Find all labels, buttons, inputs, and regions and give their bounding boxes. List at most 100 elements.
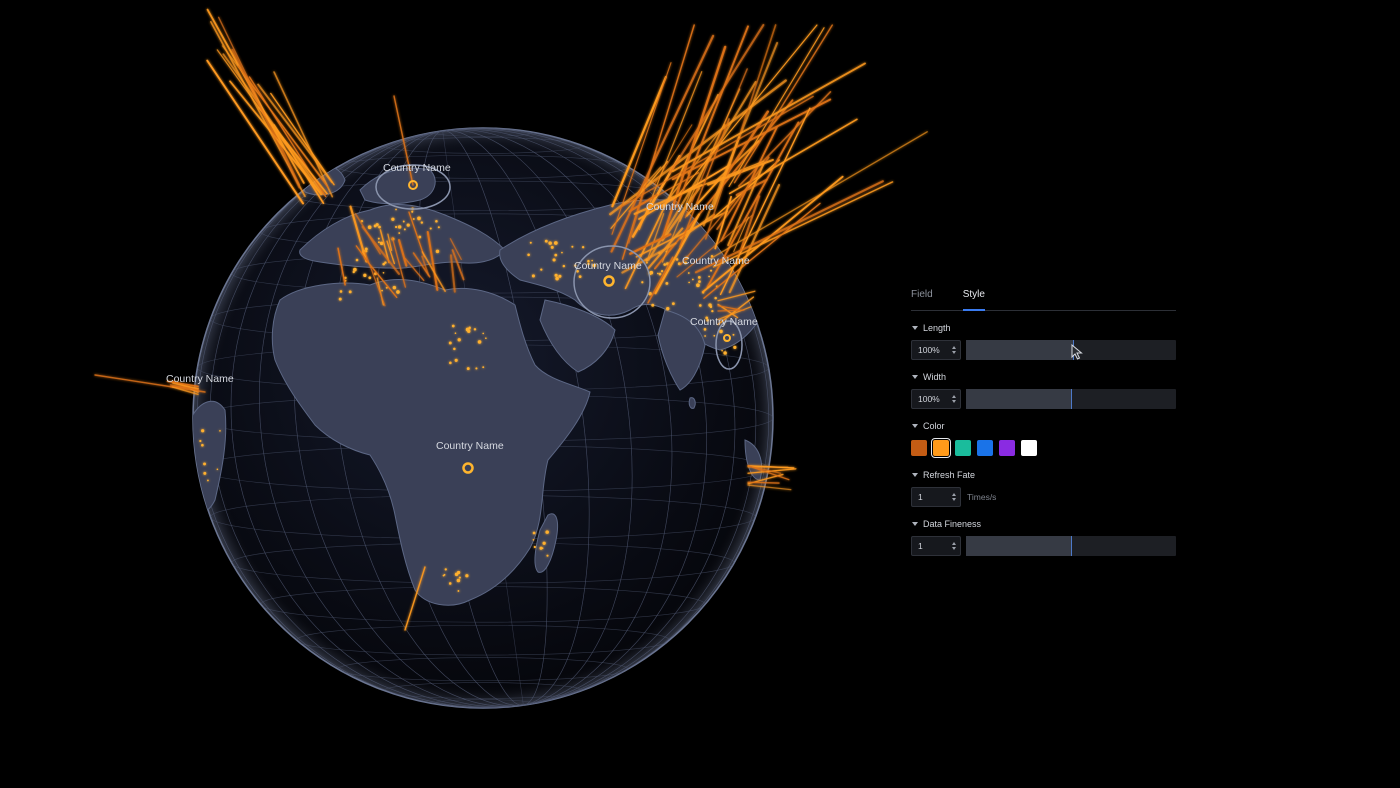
- city-light-dot: [649, 270, 654, 275]
- color-swatch[interactable]: [977, 440, 993, 456]
- city-light-dot: [554, 253, 558, 257]
- city-light-dot: [466, 367, 470, 371]
- city-light-dot: [391, 217, 395, 221]
- city-light-dot: [709, 269, 713, 272]
- city-light-dot: [542, 541, 546, 545]
- stepper-arrows-icon[interactable]: [952, 395, 956, 403]
- data-fineness-header[interactable]: Data Fineness: [911, 517, 1176, 531]
- length-stepper[interactable]: 100%: [911, 340, 961, 360]
- width-stepper[interactable]: 100%: [911, 389, 961, 409]
- city-light-dot: [451, 324, 455, 328]
- city-light-dot: [554, 273, 558, 277]
- stepper-arrows-icon[interactable]: [952, 493, 956, 501]
- data-spike: [717, 309, 745, 312]
- style-settings-panel: Field Style Length 100% Width 100% Color…: [911, 284, 1176, 556]
- city-light-dot: [581, 245, 585, 249]
- country-label: Country Name: [436, 440, 504, 452]
- length-header[interactable]: Length: [911, 321, 1176, 335]
- city-light-dot: [529, 241, 532, 244]
- data-spike: [703, 202, 821, 299]
- color-swatch[interactable]: [999, 440, 1015, 456]
- city-light-dot: [394, 225, 398, 229]
- city-light-dot: [392, 285, 397, 290]
- city-light-dot: [527, 253, 530, 257]
- city-light-dot: [532, 538, 535, 541]
- data-fineness-stepper[interactable]: 1: [911, 536, 961, 556]
- city-light-dot: [696, 283, 700, 288]
- city-light-dot: [377, 237, 380, 240]
- refresh-rate-unit: Times/s: [967, 492, 997, 502]
- city-light-dot: [199, 439, 202, 443]
- stepper-arrows-icon[interactable]: [952, 542, 956, 550]
- country-label: Country Name: [166, 373, 234, 385]
- refresh-rate-stepper[interactable]: 1: [911, 487, 961, 507]
- city-light-dot: [558, 274, 562, 278]
- city-light-dot: [540, 268, 543, 271]
- caret-down-icon: [912, 473, 918, 477]
- city-light-dot: [713, 334, 716, 337]
- data-spike: [747, 481, 780, 484]
- color-swatch[interactable]: [930, 437, 952, 459]
- tab-style[interactable]: Style: [962, 284, 985, 311]
- color-header[interactable]: Color: [911, 419, 1176, 433]
- city-light-dot: [448, 582, 452, 585]
- city-light-dot: [201, 443, 204, 447]
- refresh-rate-header[interactable]: Refresh Fate: [911, 468, 1176, 482]
- slider-fill: [966, 340, 1074, 360]
- city-light-dot: [533, 545, 536, 549]
- data-spike: [618, 95, 814, 209]
- city-light-dot: [473, 328, 477, 331]
- data-spike: [222, 53, 324, 195]
- mouse-pointer-icon: [1071, 344, 1083, 360]
- city-light-dot: [719, 329, 723, 334]
- tab-field[interactable]: Field: [911, 284, 933, 309]
- color-swatch[interactable]: [955, 440, 971, 456]
- city-light-dot: [675, 258, 679, 261]
- city-light-dot: [418, 235, 422, 239]
- city-light-dot: [364, 247, 368, 251]
- caret-down-icon: [912, 326, 918, 330]
- refresh-rate-value: 1: [918, 492, 923, 502]
- city-light-dot: [671, 302, 675, 306]
- stepper-arrows-icon[interactable]: [952, 346, 956, 354]
- city-light-dot: [435, 249, 440, 254]
- city-light-dot: [708, 303, 712, 307]
- caret-down-icon: [912, 375, 918, 379]
- city-light-dot: [203, 462, 207, 466]
- city-light-dot: [687, 272, 690, 274]
- city-light-dot: [555, 276, 559, 281]
- city-light-dot: [541, 547, 544, 549]
- width-header[interactable]: Width: [911, 370, 1176, 384]
- city-light-dot: [553, 241, 558, 245]
- city-light-dot: [475, 367, 478, 370]
- width-section: Width 100%: [911, 370, 1176, 409]
- refresh-rate-label: Refresh Fate: [923, 470, 976, 480]
- city-light-dot: [658, 272, 662, 276]
- city-light-dot: [395, 208, 397, 211]
- data-fineness-slider[interactable]: [966, 536, 1176, 556]
- slider-handle[interactable]: [1071, 536, 1072, 556]
- city-light-dot: [578, 275, 582, 278]
- panel-tabs: Field Style: [911, 284, 1176, 311]
- country-label: Country Name: [682, 255, 750, 267]
- country-label: Country Name: [574, 260, 642, 272]
- color-swatch[interactable]: [911, 440, 927, 456]
- color-swatch[interactable]: [1021, 440, 1037, 456]
- city-light-dot: [456, 570, 461, 575]
- city-light-dot: [544, 239, 548, 243]
- city-light-dot: [562, 264, 566, 268]
- city-light-dot: [550, 245, 554, 249]
- city-light-dot: [348, 290, 352, 294]
- city-light-dot: [384, 261, 387, 264]
- city-light-dot: [666, 306, 670, 311]
- slider-handle[interactable]: [1071, 389, 1072, 409]
- color-swatches: [911, 437, 1176, 459]
- city-light-dot: [546, 554, 549, 557]
- city-light-dot: [723, 351, 727, 355]
- caret-down-icon: [912, 522, 918, 526]
- color-section: Color: [911, 419, 1176, 459]
- width-slider[interactable]: [966, 389, 1176, 409]
- city-light-dot: [377, 241, 380, 244]
- globe-visualization[interactable]: Country Name Country Name Country Name C…: [0, 0, 1400, 788]
- city-light-dot: [449, 361, 452, 365]
